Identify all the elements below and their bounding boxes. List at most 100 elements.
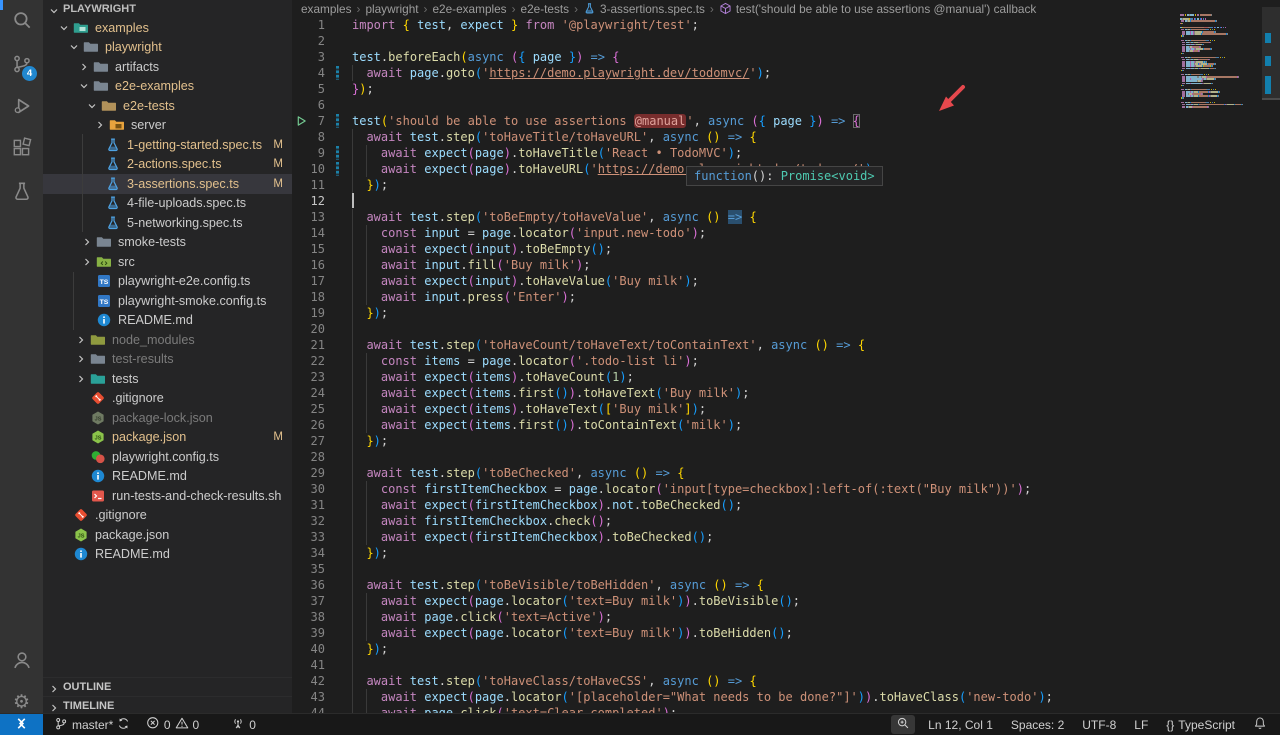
tree-item-playwright-config-ts[interactable]: playwright.config.ts	[43, 447, 292, 467]
run-debug-icon[interactable]	[0, 86, 43, 126]
code-line-14[interactable]: 14const input = page.locator('input.new-…	[292, 225, 1180, 241]
explorer-title[interactable]: PLAYWRIGHT	[43, 0, 292, 18]
code-line-18[interactable]: 18await input.press('Enter');	[292, 289, 1180, 305]
code-line-17[interactable]: 17await expect(input).toHaveValue('Buy m…	[292, 273, 1180, 289]
indentation-status[interactable]: Spaces: 2	[1006, 714, 1069, 735]
code-line-15[interactable]: 15await expect(input).toBeEmpty();	[292, 241, 1180, 257]
tree-item-e2e-examples[interactable]: e2e-examples	[43, 77, 292, 97]
minimap[interactable]	[1180, 14, 1260, 108]
code-line-25[interactable]: 25await expect(items).toHaveText(['Buy m…	[292, 401, 1180, 417]
code-line-12[interactable]: 12	[292, 193, 1180, 209]
tree-item-node-modules[interactable]: node_modules	[43, 330, 292, 350]
code-line-19[interactable]: 19});	[292, 305, 1180, 321]
tree-item-server[interactable]: server	[43, 116, 292, 136]
zoom-status[interactable]	[891, 715, 915, 734]
tree-item-playwright-smoke-config-ts[interactable]: TSplaywright-smoke.config.ts	[43, 291, 292, 311]
extensions-icon[interactable]	[0, 128, 43, 168]
breadcrumb-item[interactable]: test('should be able to use assertions @…	[719, 2, 1036, 16]
tree-item-1-getting-started-spec-ts[interactable]: 1-getting-started.spec.tsM	[43, 135, 292, 155]
tree-item-5-networking-spec-ts[interactable]: 5-networking.spec.ts	[43, 213, 292, 233]
scrollbar[interactable]	[1262, 0, 1280, 713]
search-icon[interactable]	[0, 1, 43, 41]
tree-item-src[interactable]: src	[43, 252, 292, 272]
source-control-icon[interactable]: 4	[0, 44, 43, 84]
code-line-23[interactable]: 23await expect(items).toHaveCount(1);	[292, 369, 1180, 385]
tree-item-e2e-tests[interactable]: e2e-tests	[43, 96, 292, 116]
code-line-26[interactable]: 26await expect(items.first()).toContainT…	[292, 417, 1180, 433]
code-line-16[interactable]: 16await input.fill('Buy milk');	[292, 257, 1180, 273]
outline-section-header[interactable]: OUTLINE	[43, 677, 292, 696]
tree-item-4-file-uploads-spec-ts[interactable]: 4-file-uploads.spec.ts	[43, 194, 292, 214]
encoding-status[interactable]: UTF-8	[1077, 714, 1121, 735]
tree-item-test-results[interactable]: test-results	[43, 350, 292, 370]
code-line-38[interactable]: 38await page.click('text=Active');	[292, 609, 1180, 625]
chevron-down-icon	[59, 23, 73, 33]
code-line-6[interactable]: 6	[292, 97, 1180, 113]
code-line-8[interactable]: 8await test.step('toHaveTitle/toHaveURL'…	[292, 129, 1180, 145]
tree-item-readme-md[interactable]: README.md	[43, 311, 292, 331]
tree-item-playwright-e2e-config-ts[interactable]: TSplaywright-e2e.config.ts	[43, 272, 292, 292]
language-status[interactable]: {}TypeScript	[1161, 714, 1240, 735]
code-line-39[interactable]: 39await expect(page.locator('text=Buy mi…	[292, 625, 1180, 641]
code-line-40[interactable]: 40});	[292, 641, 1180, 657]
code-line-34[interactable]: 34});	[292, 545, 1180, 561]
tree-item-run-tests-and-check-results-sh[interactable]: run-tests-and-check-results.sh	[43, 486, 292, 506]
tree-item-package-lock-json[interactable]: JSpackage-lock.json	[43, 408, 292, 428]
tree-item--gitignore[interactable]: .gitignore	[43, 389, 292, 409]
code-line-31[interactable]: 31await expect(firstItemCheckbox).not.to…	[292, 497, 1180, 513]
code-line-37[interactable]: 37await expect(page.locator('text=Buy mi…	[292, 593, 1180, 609]
code-line-24[interactable]: 24await expect(items.first()).toHaveText…	[292, 385, 1180, 401]
breadcrumb-item[interactable]: e2e-examples	[432, 2, 506, 16]
code-area[interactable]: 1import { test, expect } from '@playwrig…	[292, 17, 1180, 713]
tree-item-tests[interactable]: tests	[43, 369, 292, 389]
tree-item-package-json[interactable]: JSpackage.json	[43, 525, 292, 545]
timeline-section-header[interactable]: TIMELINE	[43, 696, 292, 713]
code-line-43[interactable]: 43await expect(page.locator('[placeholde…	[292, 689, 1180, 705]
breadcrumb-item[interactable]: 3-assertions.spec.ts	[583, 2, 705, 16]
breadcrumb-item[interactable]: playwright	[365, 2, 418, 16]
code-line-1[interactable]: 1import { test, expect } from '@playwrig…	[292, 17, 1180, 33]
code-line-9[interactable]: 9await expect(page).toHaveTitle('React •…	[292, 145, 1180, 161]
code-line-32[interactable]: 32await firstItemCheckbox.check();	[292, 513, 1180, 529]
breadcrumb-item[interactable]: examples	[301, 2, 352, 16]
code-line-35[interactable]: 35	[292, 561, 1180, 577]
breadcrumb-item[interactable]: e2e-tests	[521, 2, 570, 16]
code-line-13[interactable]: 13await test.step('toBeEmpty/toHaveValue…	[292, 209, 1180, 225]
eol-status[interactable]: LF	[1129, 714, 1153, 735]
code-line-22[interactable]: 22const items = page.locator('.todo-list…	[292, 353, 1180, 369]
ports-status[interactable]: 0	[226, 714, 261, 735]
tree-item-examples[interactable]: examples	[43, 18, 292, 38]
code-line-41[interactable]: 41	[292, 657, 1180, 673]
tree-item-readme-md[interactable]: README.md	[43, 467, 292, 487]
code-line-36[interactable]: 36await test.step('toBeVisible/toBeHidde…	[292, 577, 1180, 593]
code-line-20[interactable]: 20	[292, 321, 1180, 337]
code-line-27[interactable]: 27});	[292, 433, 1180, 449]
account-icon[interactable]	[0, 640, 43, 680]
cursor-position-status[interactable]: Ln 12, Col 1	[923, 714, 998, 735]
tree-item-2-actions-spec-ts[interactable]: 2-actions.spec.tsM	[43, 155, 292, 175]
code-line-4[interactable]: 4await page.goto('https://demo.playwrigh…	[292, 65, 1180, 81]
remote-indicator[interactable]	[0, 714, 43, 735]
code-line-33[interactable]: 33await expect(firstItemCheckbox).toBeCh…	[292, 529, 1180, 545]
code-line-3[interactable]: 3test.beforeEach(async ({ page }) => {	[292, 49, 1180, 65]
tree-item-readme-md[interactable]: README.md	[43, 545, 292, 565]
testing-icon[interactable]	[0, 171, 43, 211]
code-line-5[interactable]: 5});	[292, 81, 1180, 97]
tree-item-package-json[interactable]: JSpackage.jsonM	[43, 428, 292, 448]
tree-item--gitignore[interactable]: .gitignore	[43, 506, 292, 526]
code-line-28[interactable]: 28	[292, 449, 1180, 465]
tree-item-playwright[interactable]: playwright	[43, 38, 292, 58]
code-line-30[interactable]: 30const firstItemCheckbox = page.locator…	[292, 481, 1180, 497]
problems-status[interactable]: 0 0	[141, 714, 204, 735]
code-line-2[interactable]: 2	[292, 33, 1180, 49]
tree-item-3-assertions-spec-ts[interactable]: 3-assertions.spec.tsM	[43, 174, 292, 194]
git-branch-status[interactable]: master*	[49, 714, 135, 735]
tree-item-artifacts[interactable]: artifacts	[43, 57, 292, 77]
tree-item-smoke-tests[interactable]: smoke-tests	[43, 233, 292, 253]
code-line-21[interactable]: 21await test.step('toHaveCount/toHaveTex…	[292, 337, 1180, 353]
notifications-bell[interactable]	[1248, 714, 1272, 735]
code-line-7[interactable]: 7test('should be able to use assertions …	[292, 113, 1180, 129]
code-line-29[interactable]: 29await test.step('toBeChecked', async (…	[292, 465, 1180, 481]
code-line-44[interactable]: 44await page.click('text=Clear completed…	[292, 705, 1180, 713]
code-line-42[interactable]: 42await test.step('toHaveClass/toHaveCSS…	[292, 673, 1180, 689]
